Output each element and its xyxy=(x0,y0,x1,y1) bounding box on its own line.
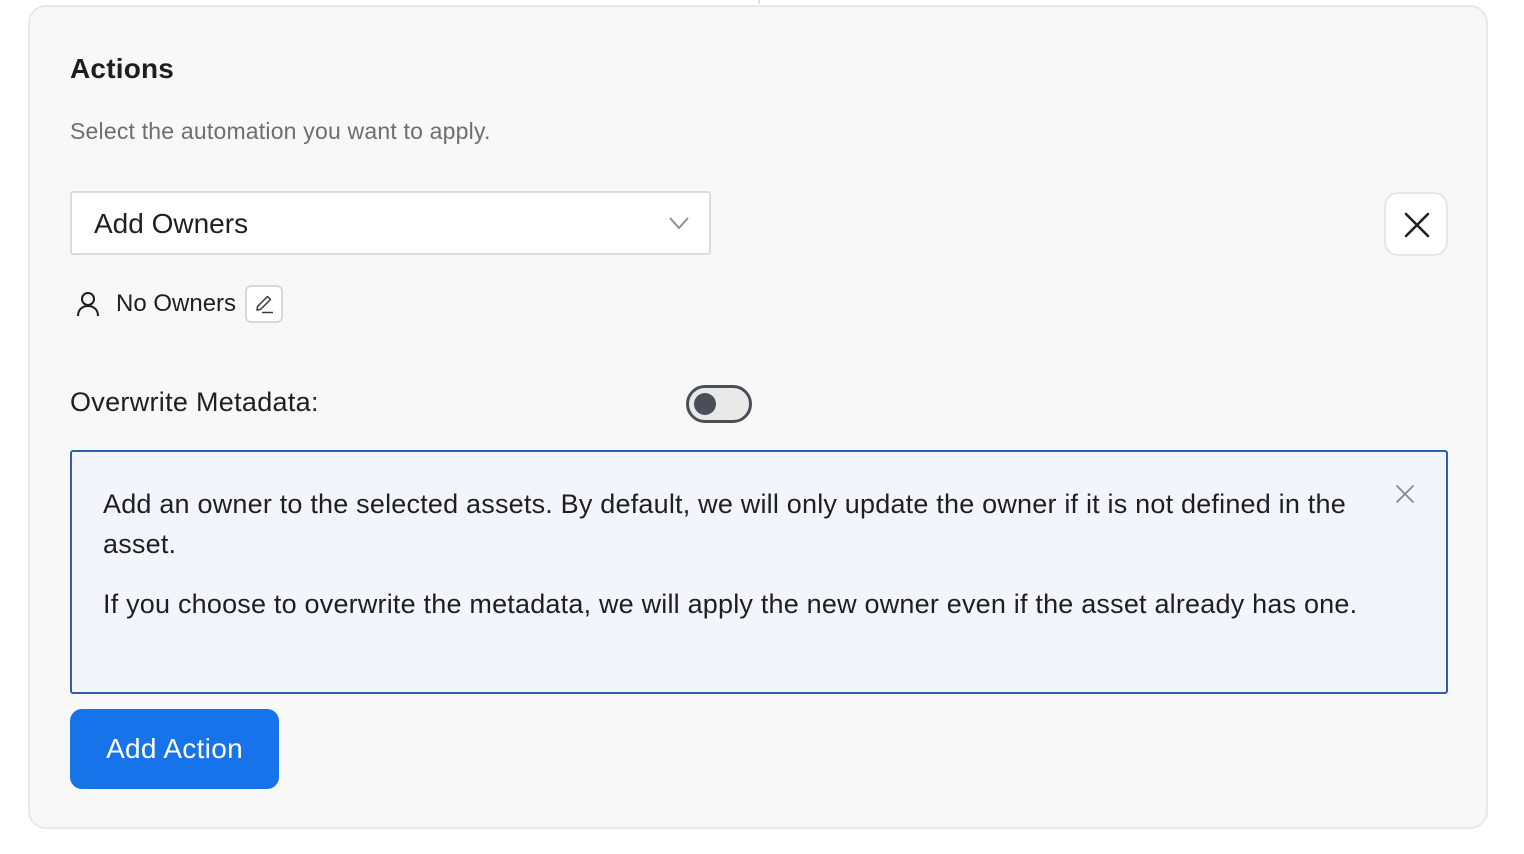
remove-action-button[interactable] xyxy=(1384,192,1448,256)
info-alert: Add an owner to the selected assets. By … xyxy=(70,450,1448,694)
section-title: Actions xyxy=(70,53,175,84)
user-icon xyxy=(74,290,102,318)
overwrite-metadata-toggle[interactable] xyxy=(686,385,752,423)
close-icon xyxy=(1404,212,1430,238)
overwrite-metadata-label: Overwrite Metadata: xyxy=(70,387,319,417)
action-type-select[interactable]: Add Owners xyxy=(70,191,711,255)
toggle-knob xyxy=(694,393,716,415)
info-paragraph-1: Add an owner to the selected assets. By … xyxy=(103,489,1346,559)
action-type-value: Add Owners xyxy=(94,208,249,239)
info-text: Add an owner to the selected assets. By … xyxy=(103,484,1383,644)
edit-owners-button[interactable] xyxy=(245,285,284,323)
section-subtitle: Select the automation you want to apply. xyxy=(70,118,491,144)
owners-row: No Owners xyxy=(74,284,284,324)
top-divider xyxy=(758,0,760,4)
info-paragraph-2: If you choose to overwrite the metadata,… xyxy=(103,589,1358,619)
dismiss-icon[interactable] xyxy=(1395,484,1415,504)
owners-label: No Owners xyxy=(116,290,237,317)
add-action-button[interactable]: Add Action xyxy=(70,709,279,789)
chevron-down-icon xyxy=(667,211,691,235)
actions-card: Actions Select the automation you want t… xyxy=(28,5,1488,829)
pencil-icon xyxy=(256,295,274,314)
